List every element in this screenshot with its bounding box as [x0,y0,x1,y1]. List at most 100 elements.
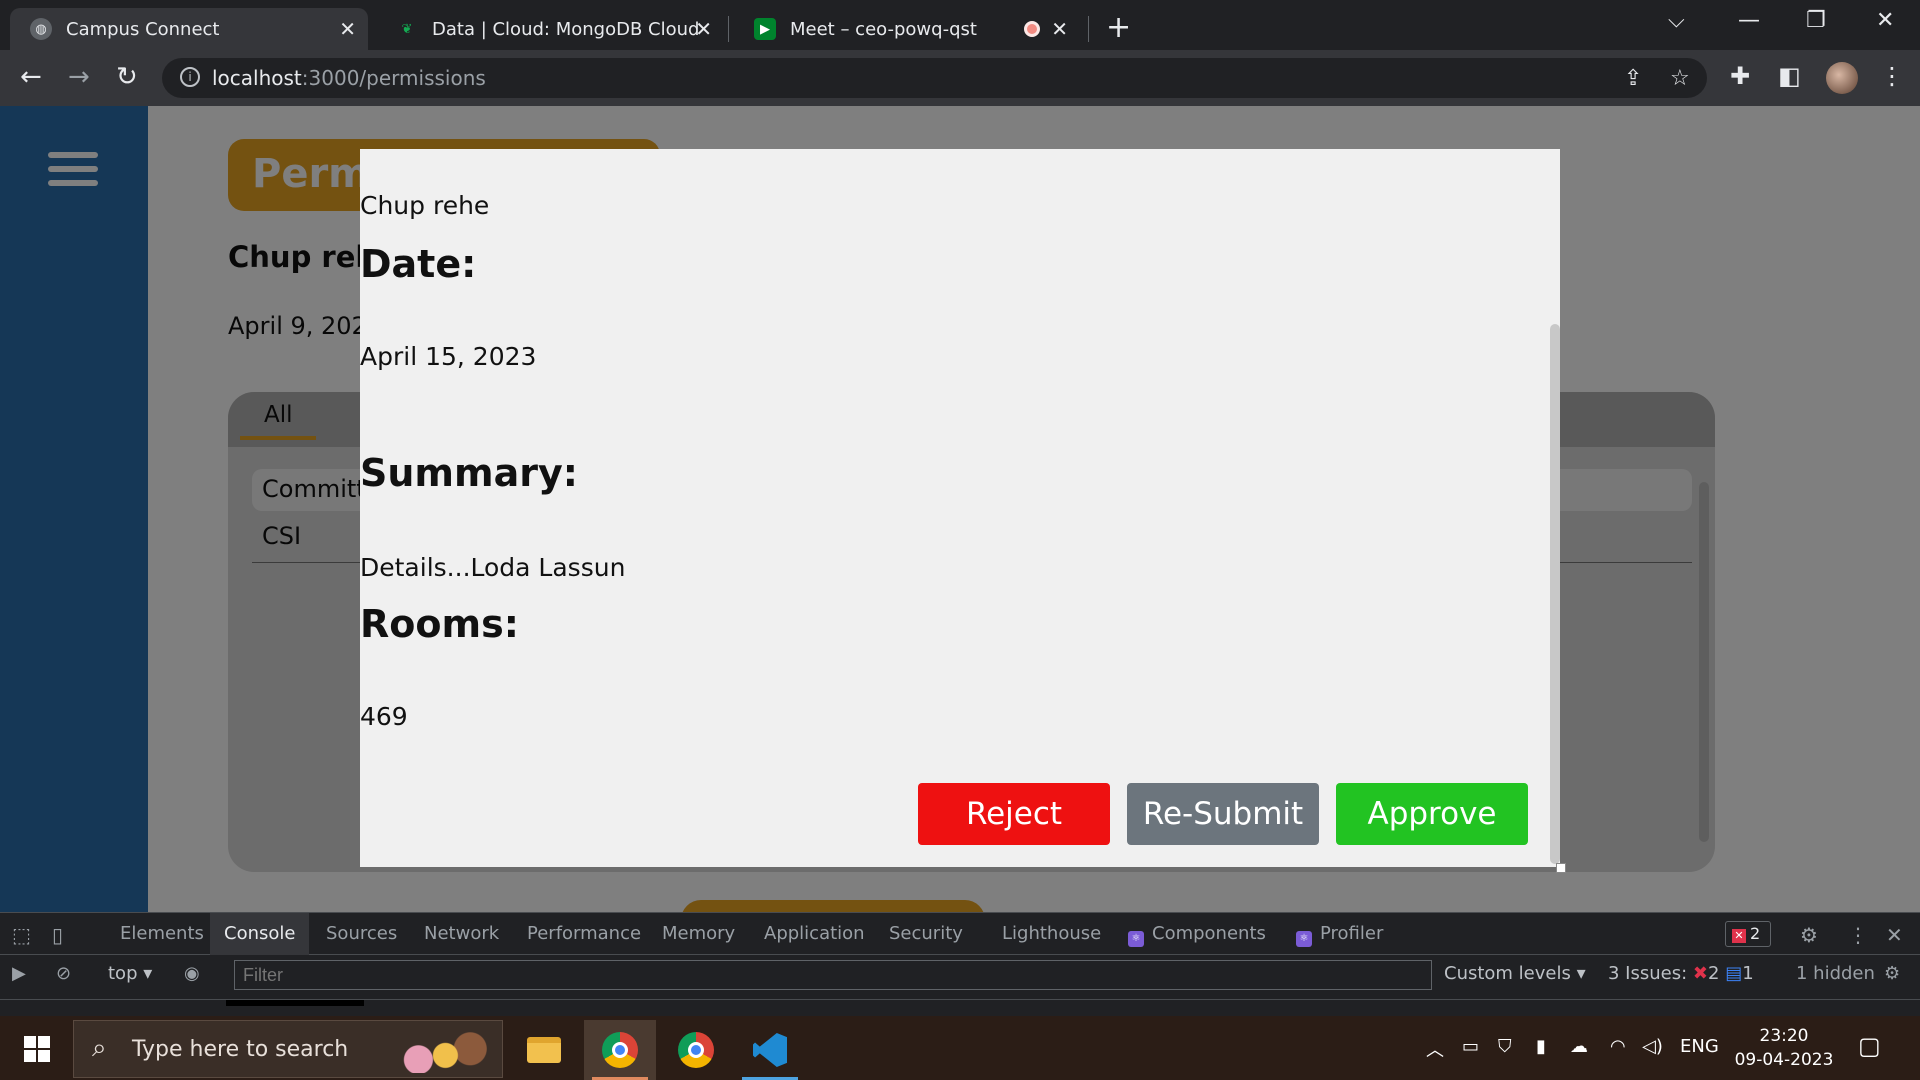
tab-google-meet[interactable]: ▶ Meet – ceo-powq-qst ✕ [734,8,1080,50]
date-heading: Date: [360,242,477,286]
device-toolbar-icon[interactable]: ▯ [52,923,63,947]
sidebar-toggle-icon[interactable]: ▶ [12,963,26,984]
notifications-icon[interactable]: ▢ [1858,1032,1881,1060]
forward-icon[interactable]: → [68,62,90,92]
summary-value: Details...Loda Lassun [360,553,626,582]
taskbar-search[interactable]: ⌕ Type here to search [73,1020,503,1078]
rooms-heading: Rooms: [360,602,519,646]
extensions-puzzle-icon[interactable]: ✚ [1730,62,1750,90]
new-tab-button[interactable]: + [1106,10,1131,45]
chrome-icon[interactable] [584,1020,656,1080]
recording-icon [1024,21,1040,37]
wifi-icon[interactable]: ◠ [1610,1036,1626,1057]
tab-title: Meet – ceo-powq-qst [790,18,977,40]
devtools-menu-icon[interactable]: ⋮ [1848,923,1868,947]
error-icon: ✕ [1732,929,1746,943]
profile-avatar[interactable] [1826,62,1858,94]
battery-icon[interactable]: ▭ [1462,1036,1479,1057]
inspect-element-icon[interactable]: ⬚ [12,923,31,947]
browser-tab-bar: ◍ Campus Connect ✕ ❦ Data | Cloud: Mongo… [0,0,1920,50]
console-area [0,999,1920,1017]
globe-icon: ◍ [30,18,52,40]
search-placeholder: Type here to search [132,1037,349,1062]
resize-handle[interactable] [1556,863,1566,873]
clock-date: 09-04-2023 [1734,1050,1834,1070]
close-tab-icon[interactable]: ✕ [339,17,356,41]
chrome-profile-icon[interactable] [660,1020,732,1080]
clear-console-icon[interactable]: ⊘ [56,963,71,984]
windows-start-icon[interactable] [24,1036,50,1062]
console-marker [226,1000,364,1006]
console-toolbar: ▶ ⊘ top ▾ ◉ Custom levels ▾ 3 Issues: ✖2… [0,955,1920,995]
react-icon: ⚛ [1296,931,1312,947]
error-icon: ✖ [1692,963,1708,984]
tab-mongodb[interactable]: ❦ Data | Cloud: MongoDB Cloud ✕ [376,8,724,50]
tab-lighthouse[interactable]: Lighthouse [1002,913,1101,955]
vscode-icon[interactable] [734,1020,806,1080]
tab-separator [1088,16,1089,42]
volume-icon[interactable]: ◁) [1642,1036,1663,1057]
side-panel-icon[interactable]: ◧ [1778,62,1801,90]
context-select[interactable]: top ▾ [108,963,152,984]
mongodb-leaf-icon: ❦ [401,21,413,37]
react-icon: ⚛ [1128,931,1144,947]
page-viewport: Permissions Chup rehe April 9, 2023 All … [0,106,1920,912]
console-filter-input[interactable] [234,960,1432,990]
minimize-icon[interactable]: — [1738,8,1760,33]
modal-scrollbar[interactable] [1550,324,1560,864]
tab-title: Campus Connect [66,18,220,40]
hidden-count: 1 hidden [1796,963,1875,984]
tab-security[interactable]: Security [889,913,963,955]
close-tab-icon[interactable]: ✕ [1051,17,1068,41]
error-count-badge[interactable]: ✕ 2 [1725,921,1771,947]
tab-elements[interactable]: Elements [120,913,204,955]
security-shield-icon[interactable]: ⛉ [1498,1036,1512,1057]
microphone-icon[interactable]: ▮ [1536,1036,1546,1057]
easter-search-highlight-icon [386,1029,494,1073]
reload-icon[interactable]: ↻ [116,62,138,92]
reject-button[interactable]: Reject [918,783,1110,845]
address-bar[interactable]: i localhost:3000/permissions ⇪ ☆ [162,58,1707,98]
devtools-panel: ⬚ ▯ Elements Console Sources Network Per… [0,912,1920,1016]
tab-profiler[interactable]: ⚛ Profiler [1296,913,1383,955]
modal-subject: Chup rehe [360,191,490,220]
windows-taskbar: ⌕ Type here to search ︿ ▭ ⛉ ▮ ☁ ◠ ◁) ENG… [0,1016,1920,1080]
tab-application[interactable]: Application [764,913,865,955]
log-levels-dropdown[interactable]: Custom levels ▾ [1444,963,1586,984]
kebab-menu-icon[interactable]: ⋮ [1880,62,1904,90]
file-explorer-icon[interactable] [508,1020,580,1080]
issues-button[interactable]: 3 Issues: ✖2 ▤1 [1608,963,1754,984]
site-info-icon[interactable]: i [180,67,200,87]
tab-performance[interactable]: Performance [527,913,641,955]
tab-network[interactable]: Network [424,913,499,955]
close-devtools-icon[interactable]: ✕ [1886,923,1903,947]
approve-button[interactable]: Approve [1336,783,1528,845]
tab-components[interactable]: ⚛ Components [1128,913,1266,955]
back-icon[interactable]: ← [20,62,42,92]
share-icon[interactable]: ⇪ [1624,66,1642,91]
rooms-value: 469 [360,702,408,731]
language-indicator[interactable]: ENG [1680,1036,1719,1057]
permission-modal: Chup rehe Date: April 15, 2023 Summary: … [360,149,1566,873]
restore-icon[interactable]: ❐ [1806,8,1826,33]
settings-gear-icon[interactable]: ⚙ [1800,923,1818,947]
onedrive-icon[interactable]: ☁ [1570,1036,1588,1057]
close-window-icon[interactable]: ✕ [1876,8,1894,33]
console-settings-icon[interactable]: ⚙ [1884,963,1900,984]
resubmit-button[interactable]: Re-Submit [1127,783,1319,845]
tab-search-chevron-icon[interactable]: ⌵ [1668,8,1685,33]
info-icon: ▤ [1725,963,1743,984]
taskbar-clock[interactable]: 23:20 09-04-2023 [1728,1024,1840,1072]
tab-title: Data | Cloud: MongoDB Cloud [432,18,700,40]
show-hidden-icons-icon[interactable]: ︿ [1426,1036,1444,1062]
tab-sources[interactable]: Sources [326,913,397,955]
tab-console[interactable]: Console [210,913,310,955]
tab-separator [728,16,729,42]
devtools-tab-bar: ⬚ ▯ Elements Console Sources Network Per… [0,913,1920,955]
close-tab-icon[interactable]: ✕ [695,17,712,41]
tab-memory[interactable]: Memory [662,913,735,955]
tab-campus-connect[interactable]: ◍ Campus Connect ✕ [10,8,368,50]
summary-heading: Summary: [360,451,578,495]
eye-icon[interactable]: ◉ [184,963,200,984]
bookmark-star-icon[interactable]: ☆ [1670,66,1690,91]
